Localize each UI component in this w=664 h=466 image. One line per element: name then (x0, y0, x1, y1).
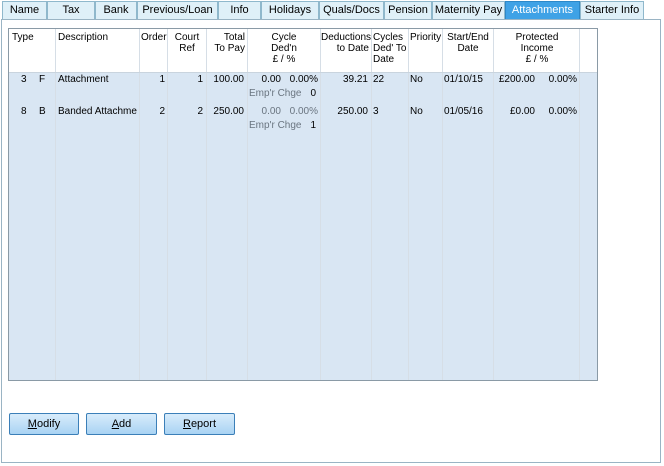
column-divider (55, 29, 56, 72)
cell-order: 2 (159, 106, 165, 117)
header-prot-line2: Income (520, 43, 554, 54)
cell-num: 3 (21, 74, 27, 85)
cell-cycle-pct: 0.00% (289, 74, 318, 85)
add-accel: A (111, 418, 120, 430)
tab-attachments[interactable]: Attachments (505, 1, 580, 19)
header-ded-line2: to Date (336, 43, 369, 54)
cell-cycle-pct: 0.00% (289, 106, 318, 117)
cell-protected-amount: £200.00 (498, 74, 535, 85)
cell-total-to-pay: 100.00 (213, 74, 244, 85)
cell-empr-label: Emp'r Chge (249, 120, 302, 131)
tab-holidays[interactable]: Holidays (261, 1, 319, 19)
tab-info[interactable]: Info (218, 1, 261, 19)
header-court-ref-line1: Court (174, 32, 200, 43)
column-divider (579, 29, 580, 72)
cell-type: F (39, 74, 46, 85)
tab-tax[interactable]: Tax (47, 1, 95, 19)
column-divider (206, 29, 207, 72)
column-divider (371, 29, 372, 380)
header-type[interactable]: Type (12, 32, 34, 43)
header-cycles-line1: Cycles (373, 32, 404, 43)
header-cycles-line2: Ded' To (373, 43, 407, 54)
column-divider (493, 29, 494, 72)
tab-pension[interactable]: Pension (384, 1, 432, 19)
column-divider (408, 29, 409, 72)
modify-label: odify (36, 418, 61, 430)
cell-priority: No (410, 106, 423, 117)
attachments-grid: Type Description Order Court Ref Total T… (8, 28, 598, 381)
cell-cycle-amount: 0.00 (261, 106, 281, 117)
cell-description: Attachment (58, 74, 109, 85)
modify-accel: M (27, 418, 37, 430)
cell-order: 1 (159, 74, 165, 85)
column-divider (442, 29, 443, 380)
header-cycles-line3: Date (373, 54, 395, 65)
column-divider (167, 29, 168, 72)
cell-total-to-pay: 250.00 (213, 106, 244, 117)
header-cycles-dedto-date[interactable]: Cycles Ded' To Date (373, 32, 408, 65)
column-divider (579, 29, 580, 380)
header-prot-line1: Protected (515, 32, 559, 43)
tab-bank[interactable]: Bank (95, 1, 137, 19)
header-priority[interactable]: Priority (410, 32, 441, 43)
column-divider (139, 29, 140, 72)
cell-priority: No (410, 74, 423, 85)
cell-type: B (39, 106, 46, 117)
header-prot-line3: £ / % (525, 54, 549, 65)
header-description[interactable]: Description (58, 32, 108, 43)
tab-previous-loan[interactable]: Previous/Loan (137, 1, 218, 19)
cell-empr-value: 0 (310, 88, 316, 99)
header-total-line2: To Pay (214, 43, 245, 54)
cell-description: Banded Attachme (58, 106, 137, 117)
cell-empr-label: Emp'r Chge (249, 88, 302, 99)
cell-start-end: 01/10/15 (444, 74, 483, 85)
modify-button[interactable]: Modify (9, 413, 79, 435)
tab-name[interactable]: Name (2, 1, 47, 19)
tab-maternity-pay[interactable]: Maternity Pay (432, 1, 505, 19)
cell-protected-pct: 0.00% (548, 106, 577, 117)
cell-deductions: 250.00 (337, 106, 368, 117)
header-protected-income[interactable]: Protected Income £ / % (495, 32, 579, 65)
cell-court-ref: 1 (197, 74, 203, 85)
cell-empr-value: 1 (310, 120, 316, 131)
cell-cycles: 3 (373, 106, 379, 117)
header-ded-line1: Deductions (321, 32, 372, 43)
header-cycle-dedn[interactable]: Cycle Ded'n £ / % (249, 32, 319, 65)
cell-cycles: 22 (373, 74, 385, 85)
column-divider (408, 29, 409, 380)
cell-num: 8 (21, 106, 27, 117)
column-divider (247, 29, 248, 72)
column-divider (55, 29, 56, 380)
tab-starter-info[interactable]: Starter Info (580, 1, 644, 19)
tab-bar: Name Tax Bank Previous/Loan Info Holiday… (2, 1, 662, 20)
cell-protected-amount: £0.00 (509, 106, 535, 117)
header-total-line1: Total (223, 32, 245, 43)
header-total-to-pay[interactable]: Total To Pay (208, 32, 245, 54)
column-divider (371, 29, 372, 72)
tab-quals-docs[interactable]: Quals/Docs (319, 1, 384, 19)
report-button[interactable]: Report (164, 413, 235, 435)
header-court-ref[interactable]: Court Ref (169, 32, 205, 54)
cell-court-ref: 2 (197, 106, 203, 117)
report-label: eport (190, 418, 217, 430)
grid-header: Type Description Order Court Ref Total T… (9, 29, 597, 73)
add-button[interactable]: Add (86, 413, 157, 435)
header-cycle-line3: £ / % (272, 54, 296, 65)
cell-deductions: 39.21 (342, 74, 368, 85)
header-deductions-to-date[interactable]: Deductions to Date (321, 32, 372, 54)
header-se-line2: Date (457, 43, 479, 54)
report-accel: R (182, 418, 191, 430)
header-order[interactable]: Order (141, 32, 167, 43)
cell-start-end: 01/05/16 (444, 106, 483, 117)
cell-cycle-amount: 0.00 (261, 74, 281, 85)
header-start-end-date[interactable]: Start/End Date (443, 32, 493, 54)
cell-protected-pct: 0.00% (548, 74, 577, 85)
add-label: dd (119, 418, 132, 430)
header-court-ref-line2: Ref (179, 43, 195, 54)
header-cycle-line1: Cycle (271, 32, 297, 43)
header-se-line1: Start/End (447, 32, 489, 43)
header-cycle-line2: Ded'n (271, 43, 297, 54)
attachments-panel: Type Description Order Court Ref Total T… (1, 19, 661, 463)
